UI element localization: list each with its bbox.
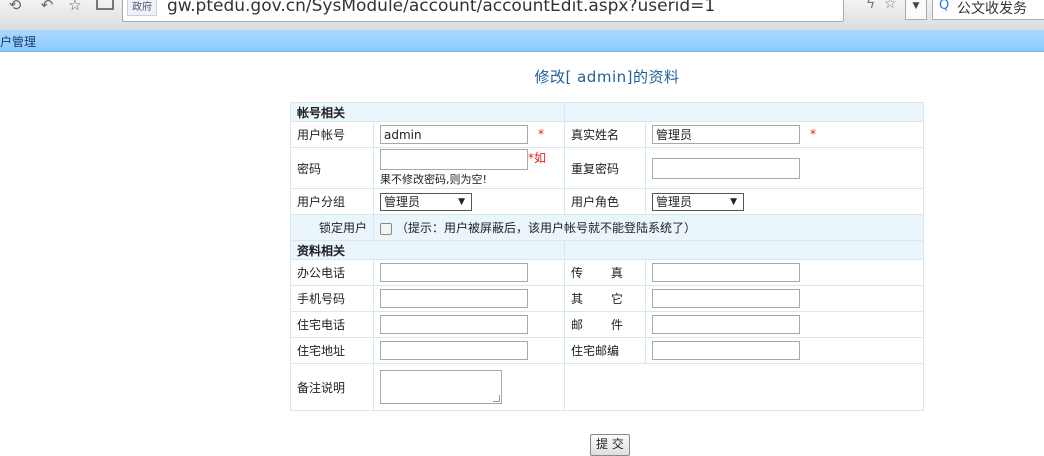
required-mark: * — [538, 127, 544, 141]
url-text[interactable]: gw.ptedu.gov.cn/SysModule/account/accoun… — [167, 0, 715, 16]
home-address-label: 住宅地址 — [290, 337, 374, 364]
notes-label: 备注说明 — [290, 363, 374, 411]
undo-icon[interactable]: ↶ — [38, 0, 56, 14]
group-select[interactable]: 管理员 ▼ — [380, 192, 472, 211]
star-icon[interactable]: ☆ — [66, 0, 84, 14]
group-label: 用户分组 — [290, 188, 374, 215]
search-box[interactable]: Q 公文收发务 — [932, 0, 1044, 20]
lock-hint: （提示：用户被屏蔽后，该用户帐号就不能登陆系统了） — [396, 221, 697, 235]
office-phone-label: 办公电话 — [290, 259, 374, 286]
account-input[interactable]: admin — [380, 125, 528, 144]
mobile-label: 手机号码 — [290, 285, 374, 312]
chevron-down-icon: ▼ — [458, 196, 465, 207]
repeat-password-label: 重复密码 — [564, 147, 646, 189]
email-label: 邮 件 — [564, 311, 646, 338]
bookmark-star-icon[interactable]: ☆ — [884, 0, 897, 12]
lock-label: 锁定用户 — [290, 214, 374, 241]
role-label: 用户角色 — [564, 188, 646, 215]
other-label: 其 它 — [564, 285, 646, 312]
required-mark: * — [810, 127, 816, 141]
home-icon[interactable] — [96, 0, 114, 10]
realname-input[interactable]: 管理员 — [652, 125, 800, 144]
account-edit-form: 帐号相关 用户帐号 admin * 真实姓名 管理员 * 密码 *如 果不修改密码,… — [290, 102, 924, 411]
lock-checkbox[interactable] — [380, 222, 392, 235]
fax-label: 传 真 — [564, 259, 646, 286]
home-address-input[interactable] — [380, 341, 528, 360]
section-profile-header: 资料相关 — [290, 240, 565, 260]
realname-label: 真实姓名 — [564, 121, 646, 148]
notes-textarea[interactable] — [380, 370, 502, 404]
module-title: 用户管理 — [0, 35, 37, 49]
back-icon[interactable]: ⟲ — [6, 0, 24, 14]
zip-input[interactable] — [652, 341, 800, 360]
home-phone-input[interactable] — [380, 315, 528, 334]
password-hint-start: *如 — [528, 151, 547, 165]
chevron-down-icon: ▼ — [730, 196, 737, 207]
submit-button[interactable]: 提 交 — [590, 434, 630, 456]
address-bar[interactable]: 政府 gw.ptedu.gov.cn/SysModule/account/acc… — [122, 0, 844, 22]
section-account-header: 帐号相关 — [290, 102, 565, 122]
other-input[interactable] — [652, 289, 800, 308]
search-text: 公文收发务 — [957, 1, 1027, 17]
fax-input[interactable] — [652, 263, 800, 282]
mobile-input[interactable] — [380, 289, 528, 308]
site-badge: 政府 — [127, 0, 157, 16]
home-phone-label: 住宅电话 — [290, 311, 374, 338]
repeat-password-input[interactable] — [652, 157, 800, 179]
password-input[interactable] — [380, 149, 528, 170]
search-icon: Q — [939, 0, 950, 13]
email-input[interactable] — [652, 315, 800, 334]
lightning-icon[interactable]: ϟ — [866, 0, 875, 12]
resize-grip-icon[interactable] — [493, 395, 500, 402]
module-header: 用户管理 — [0, 30, 1044, 52]
dropdown-icon[interactable]: ▼ — [905, 0, 927, 20]
zip-label: 住宅邮编 — [564, 337, 646, 364]
account-label: 用户帐号 — [290, 121, 374, 148]
browser-toolbar: ⟲ ↶ ☆ 政府 gw.ptedu.gov.cn/SysModule/accou… — [0, 0, 1044, 31]
role-select[interactable]: 管理员 ▼ — [652, 192, 744, 211]
password-hint: 果不修改密码,则为空! — [380, 173, 487, 186]
password-label: 密码 — [290, 147, 374, 189]
page-title: 修改[ admin]的资料 — [534, 68, 680, 86]
office-phone-input[interactable] — [380, 263, 528, 282]
